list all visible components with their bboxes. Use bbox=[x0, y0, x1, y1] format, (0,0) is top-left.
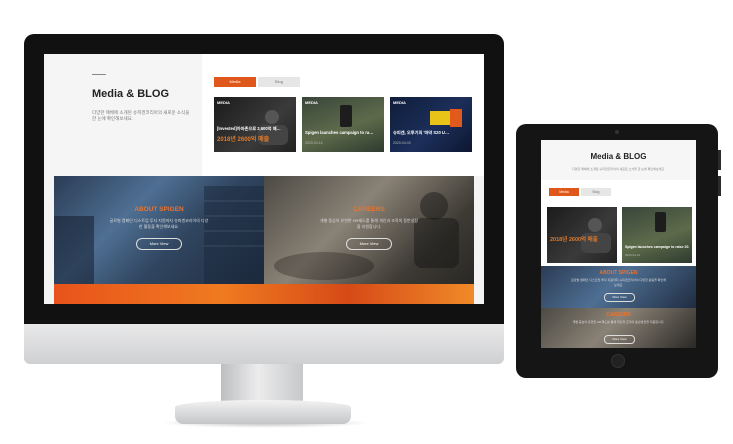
desktop-screen: Media & BLOG 다양한 매체에 소개된 슈피겐코리아의 새로운 소식을… bbox=[44, 54, 484, 304]
tablet-media-content: Media Blog 2018년 2600억 매출 Spigen launche… bbox=[541, 180, 696, 266]
tablet-tab-media[interactable]: Media bbox=[549, 188, 579, 196]
media-card[interactable]: MEDIA [Invested]아마존으로 2,600억 매… 2018년 26… bbox=[214, 97, 296, 152]
card-date: 2020.04.14 bbox=[305, 141, 323, 145]
tablet-careers-panel: CAREERS 개별 중심의 유연한 HR제도를 통해 개인과 조직의 동반성장… bbox=[541, 308, 696, 348]
tablet-careers-heading: CAREERS bbox=[606, 312, 631, 318]
phone-image bbox=[655, 212, 666, 232]
card-overlay-text: 2018년 2600억 매출 bbox=[217, 137, 270, 143]
tablet-card-date: 2020.04.14 bbox=[625, 253, 641, 257]
tablet-screen: Media & BLOG 다양한 매체에 소개된 슈피겐코리아의 새로운 소식을… bbox=[541, 140, 696, 348]
card-title: 슈피겐, 오투기의 '마약 S20 U… bbox=[393, 130, 450, 135]
monitor-chin bbox=[24, 324, 504, 364]
tablet-about-text: 글로벌 캠페인 디스트업 투자 지원까지 슈피겐코리아의 다양한 활동을 확인해… bbox=[571, 278, 666, 287]
phone-image bbox=[340, 105, 352, 127]
card-title: [Invested]아마존으로 2,600억 매… bbox=[217, 126, 281, 131]
media-card[interactable]: MEDIA 슈피겐, 오투기의 '마약 S20 U… 2020.04.03 bbox=[390, 97, 472, 152]
card-tag: MEDIA bbox=[217, 100, 230, 105]
card-title: Spigen launches campaign to ra… bbox=[305, 130, 374, 135]
card-date: 2020.04.03 bbox=[393, 141, 411, 145]
tablet-card-title: 2018년 2600억 매출 bbox=[550, 237, 598, 243]
person-image bbox=[581, 218, 611, 253]
tablet-page-title: Media & BLOG bbox=[590, 152, 647, 161]
about-more-view-button[interactable]: More View bbox=[136, 238, 182, 250]
about-text: 글로벌 캠페인 디스트업 투자 지원까지 슈피겐코리아의 다양한 활동을 확인해… bbox=[109, 218, 209, 229]
tablet-tab-blog[interactable]: Blog bbox=[581, 188, 611, 196]
page-title: Media & BLOG bbox=[92, 88, 170, 100]
footer-banner bbox=[54, 284, 474, 304]
page-description: 다양한 매체에 소개된 슈피겐코리아의 새로운 소식을 한 눈에 확인해보세요. bbox=[92, 110, 190, 121]
card-tag: MEDIA bbox=[393, 100, 406, 105]
media-card[interactable]: MEDIA Spigen launches campaign to ra… 20… bbox=[302, 97, 384, 152]
tablet-media-card[interactable]: 2018년 2600억 매출 bbox=[547, 207, 617, 263]
card-tag: MEDIA bbox=[305, 100, 318, 105]
tab-blog[interactable]: Blog bbox=[258, 77, 300, 87]
tablet-about-panel: ABOUT SPIGEN 글로벌 캠페인 디스트업 투자 지원까지 슈피겐코리아… bbox=[541, 266, 696, 308]
about-heading: ABOUT SPIGEN bbox=[134, 206, 184, 213]
tab-media[interactable]: Media bbox=[214, 77, 256, 87]
tablet-volume-button bbox=[718, 150, 721, 170]
careers-text: 개별 중심의 유연한 HR제도를 통해 개인과 조직의 동반성장을 지원합니다. bbox=[319, 218, 419, 229]
tablet-header: Media & BLOG 다양한 매체에 소개된 슈피겐코리아의 새로운 소식을… bbox=[541, 140, 696, 180]
about-spigen-panel: ABOUT SPIGEN 글로벌 캠페인 디스트업 투자 지원까지 슈피겐코리아… bbox=[54, 176, 264, 284]
tablet-volume-button bbox=[718, 176, 721, 196]
home-button[interactable] bbox=[611, 354, 625, 368]
tablet-about-heading: ABOUT SPIGEN bbox=[599, 270, 638, 276]
tablet-about-more-view-button[interactable]: More View bbox=[604, 293, 635, 302]
media-header: Media & BLOG 다양한 매체에 소개된 슈피겐코리아의 새로운 소식을… bbox=[44, 54, 202, 176]
tablet-careers-text: 개별 중심의 유연한 HR제도를 통해 개인과 조직의 동반성장을 지원합니다. bbox=[572, 320, 665, 324]
monitor-neck bbox=[221, 364, 303, 402]
careers-panel: CAREERS 개별 중심의 유연한 HR제도를 통해 개인과 조직의 동반성장… bbox=[264, 176, 474, 284]
tablet-card-title: Spigen launches campaign to raise 20… bbox=[625, 245, 689, 249]
building-image bbox=[54, 186, 264, 284]
monitor-base bbox=[175, 400, 351, 424]
tablet-page-description: 다양한 매체에 소개된 슈피겐코리아의 새로운 소식을 한 눈에 확인해보세요. bbox=[571, 167, 666, 171]
tablet-careers-more-view-button[interactable]: More View bbox=[604, 335, 635, 344]
careers-more-view-button[interactable]: More View bbox=[346, 238, 392, 250]
meeting-image bbox=[274, 192, 459, 280]
media-content: Media Blog MEDIA [Invested]아마존으로 2,600억 … bbox=[202, 54, 484, 176]
camera-icon bbox=[615, 130, 619, 134]
title-rule bbox=[92, 74, 106, 75]
tablet-media-card[interactable]: Spigen launches campaign to raise 20… 20… bbox=[622, 207, 692, 263]
careers-heading: CAREERS bbox=[353, 206, 385, 213]
